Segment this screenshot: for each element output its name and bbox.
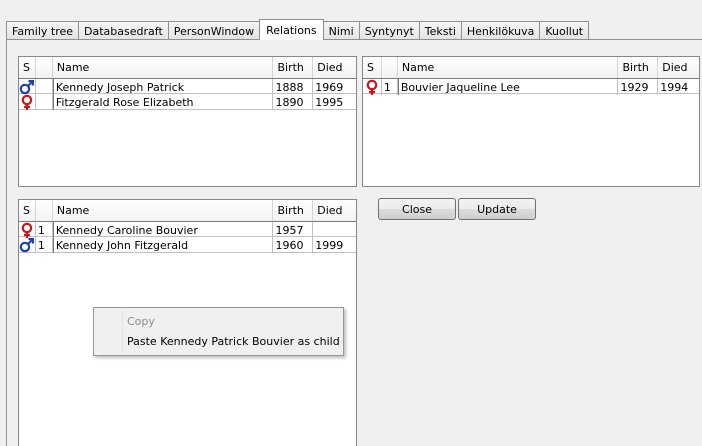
column-header-birth[interactable]: Birth bbox=[273, 200, 314, 221]
spouses-table[interactable]: S Name Birth Died 1 Bouvier Jaqueline Le… bbox=[362, 56, 700, 187]
tab-kuollut[interactable]: Kuollut bbox=[539, 21, 590, 40]
column-header-died[interactable]: Died bbox=[658, 57, 699, 78]
tab-personwindow[interactable]: PersonWindow bbox=[167, 21, 261, 40]
close-button[interactable]: Close bbox=[378, 198, 456, 220]
number-cell bbox=[36, 94, 53, 110]
column-header-name[interactable]: Name bbox=[52, 57, 274, 78]
menu-item-paste-as-child[interactable]: Paste Kennedy Patrick Bouvier as child bbox=[96, 331, 341, 351]
column-header-number[interactable] bbox=[35, 200, 53, 221]
column-header-birth[interactable]: Birth bbox=[618, 57, 659, 78]
column-header-number[interactable] bbox=[35, 57, 53, 78]
window-top-strip bbox=[0, 0, 702, 17]
tab-nimi[interactable]: Nimi bbox=[322, 21, 360, 40]
tab-family-tree[interactable]: Family tree bbox=[6, 21, 80, 40]
tab-bar: Family tree Databasedraft PersonWindow R… bbox=[6, 19, 590, 40]
table-header: S Name Birth Died bbox=[19, 200, 356, 221]
birth-cell: 1890 bbox=[273, 94, 314, 110]
update-button[interactable]: Update bbox=[458, 198, 536, 220]
context-menu: Copy Paste Kennedy Patrick Bouvier as ch… bbox=[93, 307, 344, 356]
number-cell: 1 bbox=[36, 237, 53, 253]
male-icon bbox=[19, 79, 35, 95]
tab-databasedraft[interactable]: Databasedraft bbox=[78, 21, 169, 40]
table-row[interactable]: 1 Kennedy Caroline Bouvier 1957 bbox=[19, 221, 356, 238]
name-cell: Bouvier Jaqueline Lee bbox=[397, 79, 619, 95]
table-header: S Name Birth Died bbox=[363, 57, 699, 78]
birth-cell: 1960 bbox=[273, 237, 314, 253]
died-cell: 1969 bbox=[315, 81, 344, 94]
female-icon bbox=[21, 94, 33, 110]
number-cell: 1 bbox=[382, 79, 398, 95]
menu-item-copy[interactable]: Copy bbox=[96, 311, 341, 331]
tab-teksti[interactable]: Teksti bbox=[418, 21, 462, 40]
sex-cell bbox=[19, 222, 36, 238]
tab-relations[interactable]: Relations bbox=[259, 19, 324, 40]
birth-cell: 1929 bbox=[618, 79, 659, 95]
sex-cell bbox=[363, 79, 382, 95]
sex-cell bbox=[19, 237, 36, 253]
male-icon bbox=[19, 237, 35, 253]
died-cell: 1994 bbox=[660, 81, 689, 94]
table-row[interactable]: Fitzgerald Rose Elizabeth 1890 1995 bbox=[19, 94, 356, 110]
female-icon bbox=[21, 222, 33, 238]
name-cell: Kennedy Joseph Patrick bbox=[52, 79, 274, 95]
name-cell: Fitzgerald Rose Elizabeth bbox=[52, 94, 274, 110]
column-header-died[interactable]: Died bbox=[313, 200, 356, 221]
birth-cell: 1957 bbox=[273, 222, 314, 238]
column-header-sex[interactable]: S bbox=[19, 57, 36, 78]
column-header-sex[interactable]: S bbox=[363, 57, 382, 78]
birth-cell: 1888 bbox=[273, 79, 314, 95]
column-header-sex[interactable]: S bbox=[19, 200, 36, 221]
column-header-number[interactable] bbox=[381, 57, 398, 78]
sex-cell bbox=[19, 94, 36, 110]
table-row[interactable]: 1 Kennedy John Fitzgerald 1960 1999 bbox=[19, 237, 356, 253]
menu-icon-column-divider bbox=[122, 311, 123, 352]
parents-table[interactable]: S Name Birth Died Kennedy Joseph Patrick… bbox=[18, 56, 357, 187]
tab-syntynyt[interactable]: Syntynyt bbox=[358, 21, 420, 40]
number-cell: 1 bbox=[36, 222, 53, 238]
died-cell: 1995 bbox=[315, 96, 344, 109]
died-cell bbox=[313, 222, 356, 238]
name-cell: Kennedy Caroline Bouvier bbox=[52, 222, 274, 238]
sex-cell bbox=[19, 79, 36, 95]
column-header-name[interactable]: Name bbox=[397, 57, 619, 78]
table-row[interactable]: Kennedy Joseph Patrick 1888 1969 bbox=[19, 78, 356, 95]
column-header-died[interactable]: Died bbox=[313, 57, 356, 78]
table-header: S Name Birth Died bbox=[19, 57, 356, 78]
tab-henkilokuva[interactable]: Henkilökuva bbox=[460, 21, 541, 40]
number-cell bbox=[36, 79, 53, 95]
table-row[interactable]: 1 Bouvier Jaqueline Lee 1929 1994 bbox=[363, 78, 699, 95]
column-header-birth[interactable]: Birth bbox=[273, 57, 314, 78]
relations-window: Family tree Databasedraft PersonWindow R… bbox=[0, 0, 702, 446]
column-header-name[interactable]: Name bbox=[52, 200, 274, 221]
female-icon bbox=[366, 79, 378, 95]
died-cell: 1999 bbox=[315, 239, 344, 252]
name-cell: Kennedy John Fitzgerald bbox=[52, 237, 274, 253]
